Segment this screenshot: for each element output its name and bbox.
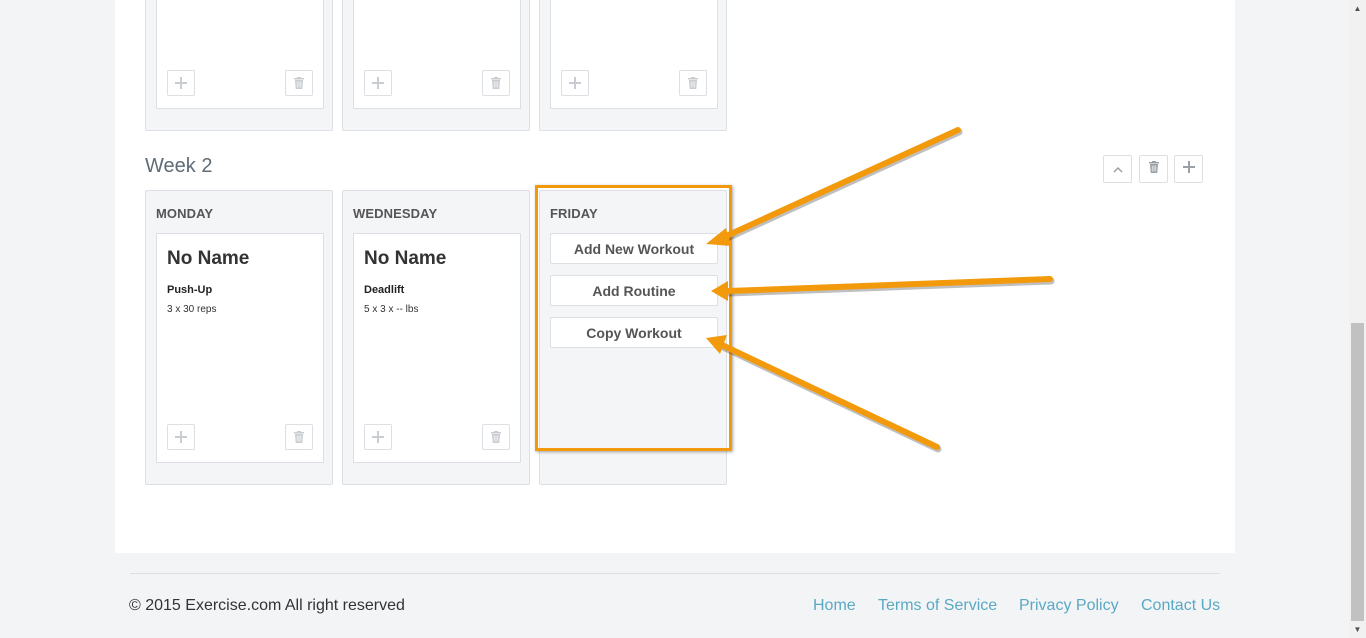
footer-link-terms[interactable]: Terms of Service [878, 597, 997, 615]
add-exercise-button[interactable] [167, 70, 195, 96]
trash-icon [688, 77, 698, 89]
copyright-text: © 2015 Exercise.com All right reserved [129, 597, 405, 614]
scroll-up-icon[interactable]: ▲ [1349, 0, 1366, 17]
delete-workout-button[interactable] [285, 424, 313, 450]
delete-workout-button[interactable] [679, 70, 707, 96]
add-exercise-button[interactable] [167, 424, 195, 450]
add-exercise-button[interactable] [364, 70, 392, 96]
plus-icon [175, 77, 187, 89]
add-week-button[interactable] [1174, 155, 1203, 183]
day-column-monday: MONDAY No Name Push-Up 3 x 30 reps [145, 190, 333, 485]
exercise-name: Deadlift [364, 284, 405, 296]
day-title: WEDNESDAY [353, 206, 438, 221]
workout-card [156, 0, 324, 109]
exercise-detail: 3 x 30 reps [167, 304, 217, 315]
delete-workout-button[interactable] [285, 70, 313, 96]
annotation-highlight-box [535, 185, 732, 451]
footer-link-privacy[interactable]: Privacy Policy [1019, 597, 1119, 615]
week-1-day-column-1 [145, 0, 333, 131]
plus-icon [1182, 160, 1195, 178]
chevron-up-icon [1112, 160, 1123, 178]
trash-icon [1148, 160, 1159, 178]
workout-card[interactable]: No Name Deadlift 5 x 3 x -- lbs [353, 233, 521, 463]
collapse-week-button[interactable] [1103, 155, 1132, 183]
add-exercise-button[interactable] [561, 70, 589, 96]
trash-icon [294, 77, 304, 89]
add-exercise-button[interactable] [364, 424, 392, 450]
plus-icon [372, 77, 384, 89]
workout-name: No Name [167, 248, 250, 269]
workout-card [550, 0, 718, 109]
delete-week-button[interactable] [1139, 155, 1168, 183]
trash-icon [491, 77, 501, 89]
exercise-detail: 5 x 3 x -- lbs [364, 304, 419, 315]
trash-icon [294, 431, 304, 443]
day-column-wednesday: WEDNESDAY No Name Deadlift 5 x 3 x -- lb… [342, 190, 530, 485]
footer-divider [130, 573, 1220, 574]
plus-icon [175, 431, 187, 443]
week-1-day-column-3 [539, 0, 727, 131]
scroll-down-icon[interactable]: ▼ [1349, 621, 1366, 638]
footer-link-home[interactable]: Home [813, 597, 856, 615]
trash-icon [491, 431, 501, 443]
delete-workout-button[interactable] [482, 424, 510, 450]
workout-card [353, 0, 521, 109]
footer-link-contact[interactable]: Contact Us [1141, 597, 1220, 615]
plus-icon [569, 77, 581, 89]
delete-workout-button[interactable] [482, 70, 510, 96]
day-title: MONDAY [156, 206, 214, 221]
plus-icon [372, 431, 384, 443]
week-1-day-column-2 [342, 0, 530, 131]
week-2-title: Week 2 [145, 155, 213, 177]
scrollbar-thumb[interactable] [1351, 323, 1364, 621]
workout-name: No Name [364, 248, 447, 269]
workout-card[interactable]: No Name Push-Up 3 x 30 reps [156, 233, 324, 463]
exercise-name: Push-Up [167, 284, 213, 296]
